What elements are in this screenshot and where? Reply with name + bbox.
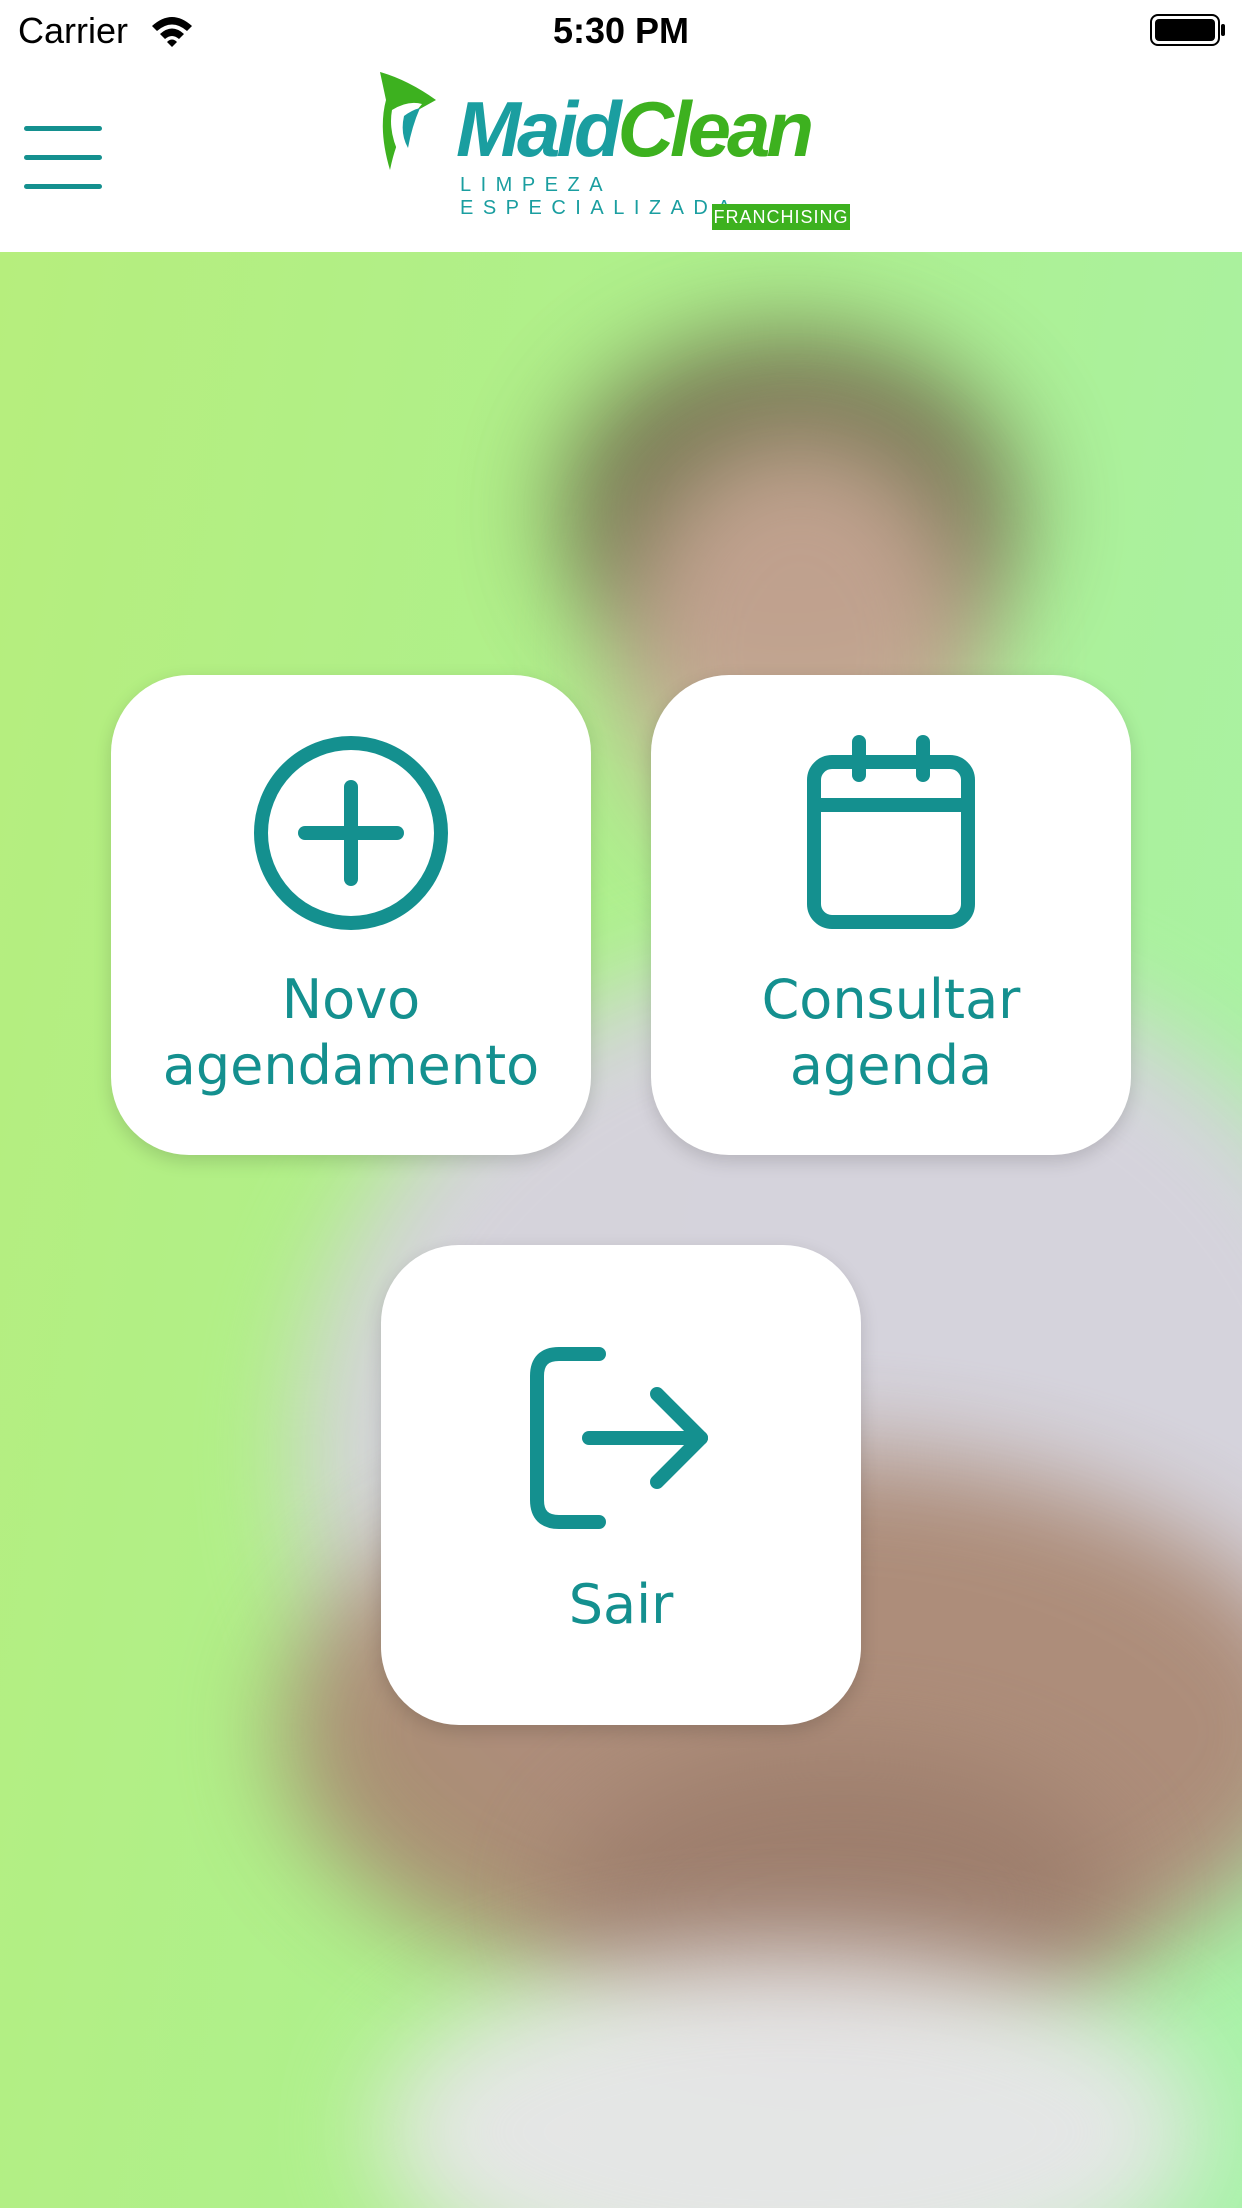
new-appointment-label-line2: agendamento: [162, 1034, 540, 1097]
nav-bar: MaidClean LIMPEZA ESPECIALIZADA FRANCHIS…: [0, 60, 1242, 252]
calendar-icon: [807, 735, 975, 929]
new-appointment-label-line1: Novo: [281, 968, 421, 1031]
new-appointment-button[interactable]: Novo agendamento: [111, 675, 591, 1155]
view-schedule-button[interactable]: Consultar agenda: [651, 675, 1131, 1155]
logo-clean-text: Clean: [617, 85, 814, 173]
plus-circle-icon: [254, 736, 448, 930]
battery-icon: [1150, 14, 1225, 46]
logout-icon: [530, 1347, 708, 1529]
logo-maid-text: Maid: [456, 85, 622, 173]
maidclean-logo: MaidClean LIMPEZA ESPECIALIZADA FRANCHIS…: [378, 70, 858, 230]
logo-wordmark: MaidClean: [456, 84, 814, 175]
blurred-background-image: [0, 252, 1242, 2208]
logout-label: Sair: [568, 1573, 674, 1636]
status-time: 5:30 PM: [552, 10, 690, 51]
view-schedule-label-line1: Consultar: [761, 968, 1021, 1031]
logout-button[interactable]: Sair: [381, 1245, 861, 1725]
logo-badge: FRANCHISING: [712, 204, 850, 230]
home-screen: Carrier 5:30 PM MaidClean LIMPEZA ESPECI…: [0, 0, 1242, 2208]
view-schedule-label-line2: agenda: [789, 1034, 993, 1097]
hamburger-menu-icon[interactable]: [24, 126, 102, 190]
status-bar: Carrier 5:30 PM: [0, 0, 1242, 60]
